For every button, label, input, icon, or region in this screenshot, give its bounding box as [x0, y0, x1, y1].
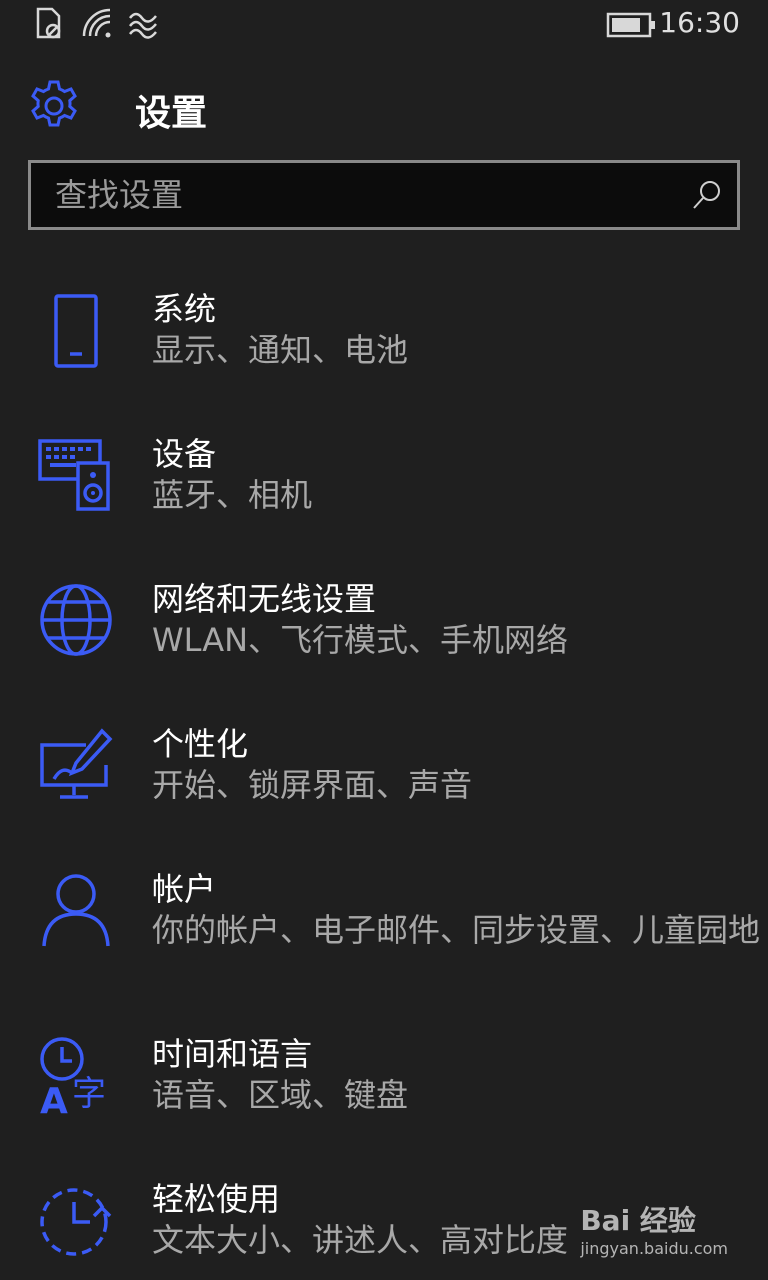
settings-item-subtitle: 显示、通知、电池 — [152, 331, 409, 369]
search-box — [28, 160, 740, 230]
settings-item-title: 轻松使用 — [152, 1180, 281, 1218]
globe-icon — [40, 584, 112, 656]
svg-text:字: 字 — [72, 1074, 106, 1114]
sim-icon — [36, 7, 61, 39]
watermark: Bai 经验 jingyan.baidu.com — [580, 1199, 728, 1258]
status-bar: 16:30 — [0, 0, 768, 50]
settings-item-title: 时间和语言 — [152, 1035, 313, 1073]
svg-text:A: A — [40, 1081, 68, 1115]
clock: 16:30 — [659, 6, 740, 39]
search-icon[interactable] — [689, 177, 725, 213]
search-input[interactable] — [31, 163, 671, 227]
personalization-icon — [40, 728, 113, 799]
settings-item-subtitle: 语音、区域、键盘 — [152, 1076, 409, 1114]
ease-of-access-icon — [40, 1188, 112, 1256]
wifi-icon — [82, 8, 111, 38]
settings-item-title: 系统 — [152, 290, 217, 328]
watermark-url: jingyan.baidu.com — [580, 1239, 728, 1258]
battery-icon — [606, 12, 655, 38]
time-language-icon: A 字 — [40, 1037, 106, 1115]
watermark-brand: Bai 经验 — [580, 1204, 696, 1237]
data-connection-icon — [129, 12, 157, 39]
settings-item-title: 设备 — [152, 435, 217, 473]
settings-item-title: 网络和无线设置 — [152, 580, 377, 618]
page-title: 设置 — [135, 93, 208, 134]
devices-icon — [38, 439, 110, 511]
person-icon — [42, 874, 110, 947]
settings-item-title: 帐户 — [152, 870, 217, 908]
page-header: 设置 — [0, 70, 768, 140]
phone-icon — [54, 294, 98, 368]
settings-item-subtitle: 开始、锁屏界面、声音 — [152, 766, 473, 804]
settings-item-subtitle: 蓝牙、相机 — [152, 476, 313, 514]
settings-item-subtitle: 你的帐户、电子邮件、同步设置、儿童园地 — [152, 911, 761, 949]
gear-icon — [31, 80, 77, 127]
settings-item-subtitle: WLAN、飞行模式、手机网络 — [152, 621, 569, 659]
settings-item-title: 个性化 — [152, 725, 249, 763]
